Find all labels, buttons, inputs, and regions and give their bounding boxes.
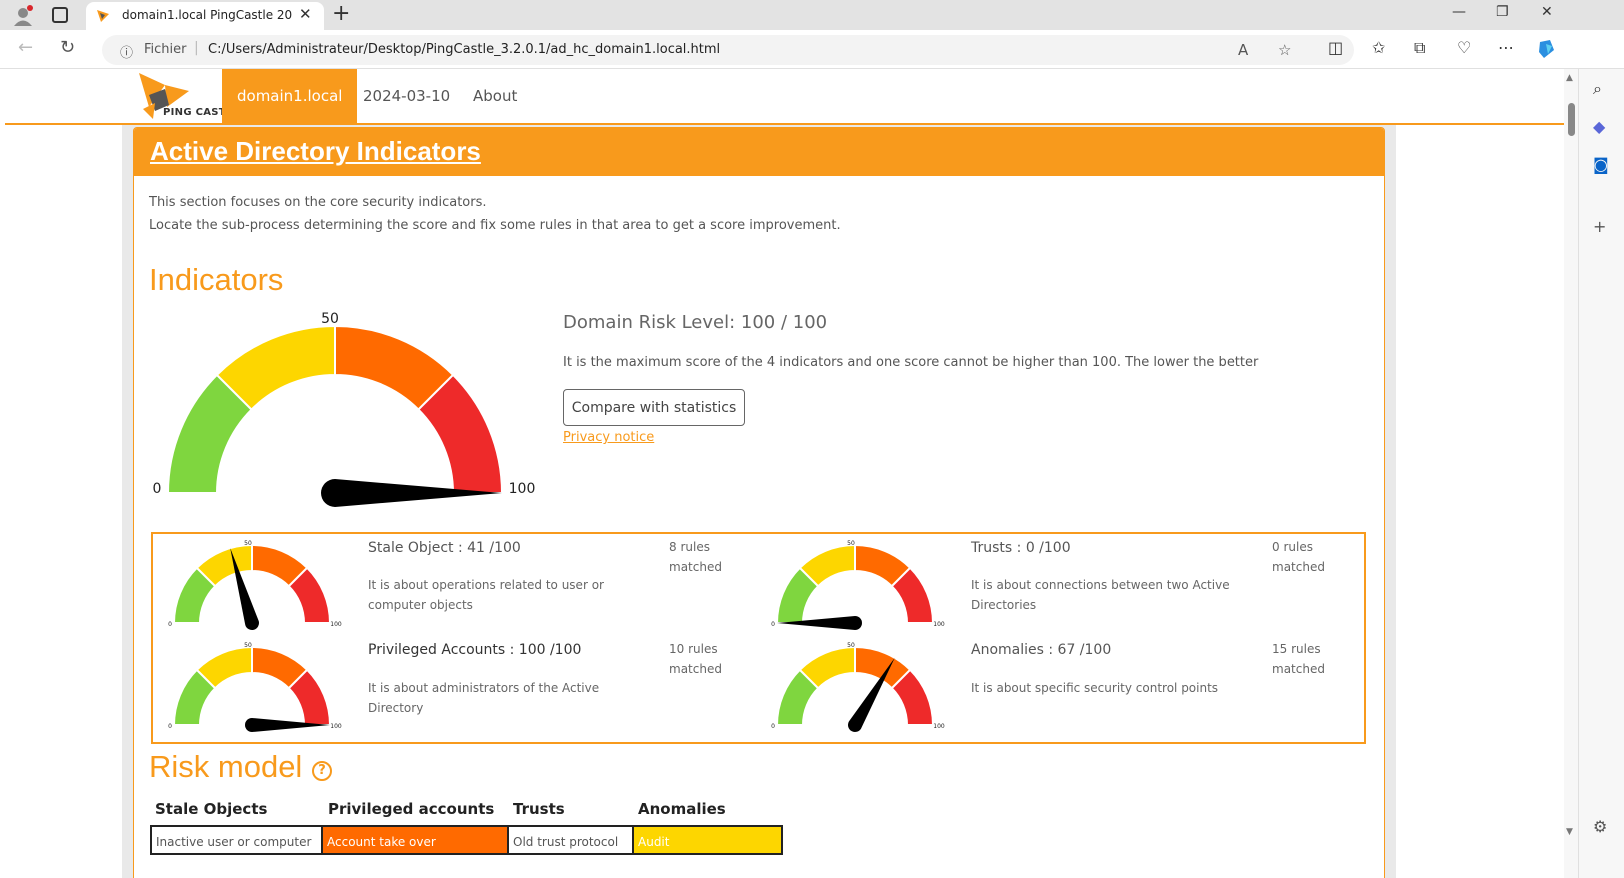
risk-model-col-privileged: Privileged accounts xyxy=(328,800,495,818)
refresh-icon[interactable]: ↻ xyxy=(60,37,75,58)
tab-title: domain1.local PingCastle 2024-0 xyxy=(122,8,292,22)
privileged-accounts-gauge: 0 50 100 xyxy=(168,642,342,732)
gauge-label-max: 100 xyxy=(330,723,342,730)
risk-cell-stale[interactable]: Inactive user or computer xyxy=(150,825,323,855)
stale-object-description: It is about operations related to user o… xyxy=(368,578,604,612)
risk-model-col-stale: Stale Objects xyxy=(155,800,268,818)
intro-line-2: Locate the sub-process determining the s… xyxy=(149,218,841,233)
address-toolbar: ← ↻ ⓘ Fichier | C:/Users/Administrateur/… xyxy=(0,30,1624,69)
gauge-label-mid: 50 xyxy=(244,642,252,649)
trusts-title: Trusts : 0 /100 xyxy=(971,540,1071,556)
risk-model-col-anomalies: Anomalies xyxy=(638,800,726,818)
pingcastle-favicon-icon xyxy=(97,10,109,22)
anomalies-description: It is about specific security control po… xyxy=(971,681,1219,695)
stale-object-title: Stale Object : 41 /100 xyxy=(368,540,521,556)
nav-about[interactable]: About xyxy=(458,69,532,123)
anomalies-rules: 15 rules matched xyxy=(1272,642,1325,676)
domain-risk-level: Domain Risk Level: 100 / 100 xyxy=(563,312,828,333)
restore-icon[interactable]: ❐ xyxy=(1496,4,1509,20)
privacy-notice-link[interactable]: Privacy notice xyxy=(563,430,654,445)
stale-object-rules: 8 rules matched xyxy=(669,540,722,574)
section-title[interactable]: Active Directory Indicators xyxy=(150,136,481,167)
trusts-rules: 0 rules matched xyxy=(1272,540,1325,574)
favorite-star-icon[interactable]: ☆ xyxy=(1278,41,1291,59)
tab-actions-icon[interactable] xyxy=(52,7,68,23)
gauge-label-mid: 50 xyxy=(847,642,855,649)
nav-domain[interactable]: domain1.local xyxy=(222,69,358,123)
trusts-gauge: 0 50 100 xyxy=(771,540,945,630)
favorites-icon[interactable]: ✩ xyxy=(1372,38,1385,57)
scroll-up-icon[interactable]: ▲ xyxy=(1566,73,1573,83)
close-tab-icon[interactable]: ✕ xyxy=(299,5,312,23)
scrollbar-thumb[interactable] xyxy=(1568,103,1575,136)
compare-with-statistics-button[interactable]: Compare with statistics xyxy=(563,389,745,426)
edge-sidebar: ⌕ ◆ ◙ + ⚙ xyxy=(1578,69,1624,878)
gauge-label-mid: 50 xyxy=(244,540,252,547)
search-icon[interactable]: ⌕ xyxy=(1593,79,1602,99)
privileged-accounts-title: Privileged Accounts : 100 /100 xyxy=(368,642,582,658)
split-screen-icon[interactable]: ◫ xyxy=(1328,38,1343,57)
browser-tab-bar: domain1.local PingCastle 2024-0 ✕ + — ❐ … xyxy=(0,0,1624,30)
profile-icon[interactable] xyxy=(12,5,34,27)
risk-cell-trusts[interactable]: Old trust protocol xyxy=(507,825,634,855)
risk-cell-privileged[interactable]: Account take over xyxy=(321,825,509,855)
gauge-label-min: 0 xyxy=(168,621,172,628)
nav-date[interactable]: 2024-03-10 xyxy=(348,69,465,123)
stale-object-gauge: 0 50 100 xyxy=(168,540,342,630)
new-tab-icon[interactable]: + xyxy=(332,1,350,26)
top-navigation: PING CASTLE domain1.local 2024-03-10 Abo… xyxy=(5,69,1564,125)
risk-cell-anomalies[interactable]: Audit xyxy=(632,825,783,855)
gauge-label-mid: 50 xyxy=(321,311,339,327)
scroll-down-icon[interactable]: ▼ xyxy=(1566,827,1573,837)
anomalies-gauge: 0 50 100 xyxy=(771,642,945,732)
address-bar[interactable]: ⓘ Fichier | C:/Users/Administrateur/Desk… xyxy=(102,35,1354,65)
anomalies-title: Anomalies : 67 /100 xyxy=(971,642,1112,658)
privileged-accounts-rules: 10 rules matched xyxy=(669,642,722,676)
help-icon[interactable]: ? xyxy=(312,761,332,781)
gauge-label-min: 0 xyxy=(168,723,172,730)
gauge-label-min: 0 xyxy=(771,621,775,628)
gauge-label-max: 100 xyxy=(933,621,945,628)
trusts-description: It is about connections between two Acti… xyxy=(971,578,1230,612)
gauge-label-min: 0 xyxy=(153,481,162,497)
gauge-label-min: 0 xyxy=(771,723,775,730)
domain-risk-gauge: 0 50 100 xyxy=(153,311,536,507)
gauge-label-max: 100 xyxy=(509,481,536,497)
add-sidebar-icon[interactable]: + xyxy=(1593,217,1606,236)
risk-model-heading: Risk model xyxy=(149,749,303,784)
url-separator: | xyxy=(194,40,199,56)
more-menu-icon[interactable]: ⋯ xyxy=(1498,38,1514,57)
read-aloud-icon[interactable]: A xyxy=(1238,41,1248,59)
back-icon[interactable]: ← xyxy=(18,37,33,58)
risk-model-col-trusts: Trusts xyxy=(513,800,565,818)
collections-icon[interactable]: ⧉ xyxy=(1414,38,1425,58)
page-scrollbar[interactable]: ▲ ▼ xyxy=(1564,69,1578,878)
url-text[interactable]: C:/Users/Administrateur/Desktop/PingCast… xyxy=(208,42,720,57)
browser-essentials-icon[interactable]: ♡ xyxy=(1457,38,1471,57)
outlook-icon[interactable]: ◙ xyxy=(1593,155,1609,174)
gauge-label-max: 100 xyxy=(330,621,342,628)
minimize-icon[interactable]: — xyxy=(1452,4,1466,20)
copilot-icon[interactable] xyxy=(1536,38,1558,60)
intro-line-1: This section focuses on the core securit… xyxy=(149,195,487,210)
browser-tab[interactable]: domain1.local PingCastle 2024-0 ✕ xyxy=(86,2,324,30)
url-scheme: Fichier xyxy=(144,42,187,57)
page-viewport: PING CASTLE domain1.local 2024-03-10 Abo… xyxy=(0,69,1578,878)
card-header: Active Directory Indicators xyxy=(134,128,1384,176)
indicators-heading: Indicators xyxy=(149,262,284,297)
copilot-sidebar-icon[interactable]: ◆ xyxy=(1593,117,1605,136)
settings-icon[interactable]: ⚙ xyxy=(1593,817,1607,836)
info-icon[interactable]: ⓘ xyxy=(120,42,133,61)
gauge-label-max: 100 xyxy=(933,723,945,730)
close-window-icon[interactable]: ✕ xyxy=(1541,4,1553,20)
privileged-accounts-description: It is about administrators of the Active… xyxy=(368,681,600,715)
domain-risk-description: It is the maximum score of the 4 indicat… xyxy=(563,355,1259,370)
gauge-label-mid: 50 xyxy=(847,540,855,547)
